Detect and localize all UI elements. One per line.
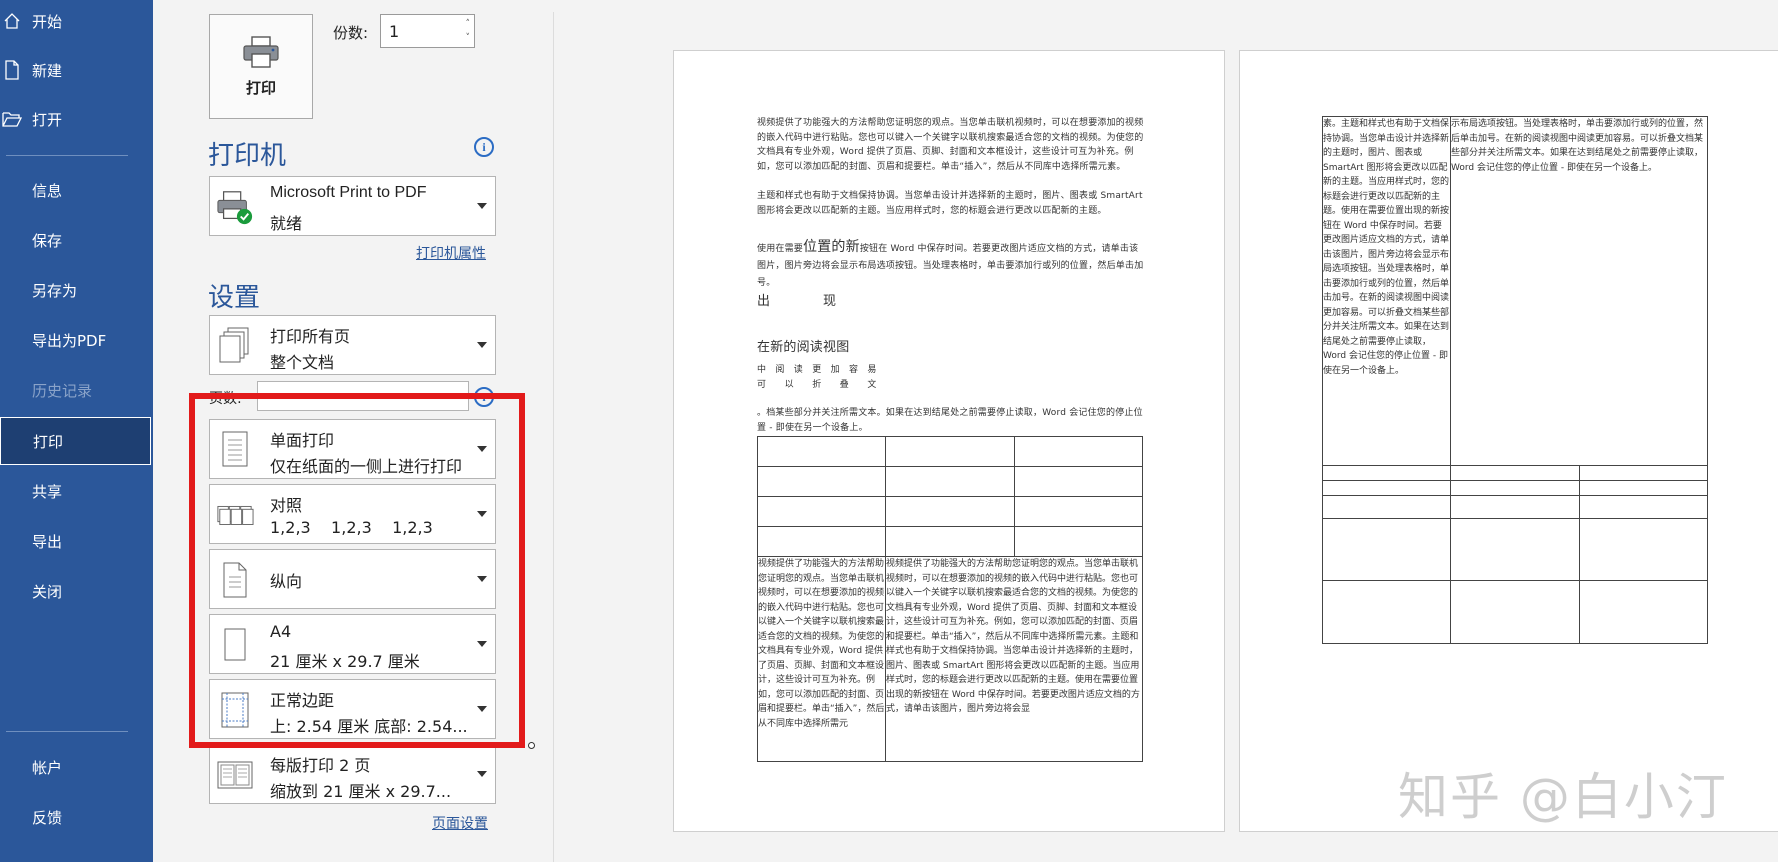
- watermark-text: 知乎 @白小汀: [1398, 768, 1728, 826]
- printer-name: Microsoft Print to PDF: [270, 184, 427, 201]
- backstage-sidebar: 开始 新建 打开 信息 保存 另存为 导出为PDF 历史记录 打印 共享 导出 …: [0, 0, 153, 862]
- page-paragraph: 使用在需要位置的新按钮在 Word 中保存时间。若要更改图片适应文档的方式，请单…: [757, 239, 1147, 292]
- sidebar-item-save[interactable]: 保存: [0, 217, 153, 263]
- sidebar-item-feedback[interactable]: 反馈: [0, 794, 153, 840]
- table-cell-text: 示布局选项按钮。当处理表格时，单击要添加行或列的位置，然后单击加号。在新的阅读视…: [1451, 119, 1704, 173]
- copies-input[interactable]: 1 ˄ ˅: [380, 14, 475, 48]
- sidebar-item-label: 帐户: [32, 758, 63, 777]
- option-title: 打印所有页: [270, 327, 351, 346]
- sidebar-item-export-pdf[interactable]: 导出为PDF: [0, 317, 153, 363]
- preview-page-1: 视频提供了功能强大的方法帮助您证明您的观点。当您单击联机视频时，可以在想要添加的…: [673, 50, 1225, 832]
- page-text-line: 中 阅 读 更 加 容 易: [757, 365, 877, 375]
- page-text-run: 位置的新: [803, 239, 860, 255]
- sidebar-item-history: 历史记录: [0, 367, 153, 413]
- pages-per-sheet-dropdown[interactable]: 每版打印 2 页 缩放到 21 厘米 x 29.7...: [209, 744, 496, 804]
- page-heading: 在新的阅读视图: [757, 340, 850, 355]
- sidebar-item-label: 信息: [32, 181, 63, 200]
- open-folder-icon: [2, 109, 22, 129]
- info-icon[interactable]: i: [474, 137, 494, 157]
- page-paragraph: 视频提供了功能强大的方法帮助您证明您的观点。当您单击联机视频时，可以在想要添加的…: [757, 118, 1144, 172]
- page-table-text: 视频提供了功能强大的方法帮助您证明您的观点。当您单击联机视频时，可以在想要添加的…: [757, 556, 1143, 762]
- page-table: [1322, 465, 1708, 644]
- printer-properties-link[interactable]: 打印机属性: [416, 243, 486, 263]
- page-table-text: 素。主题和样式也有助于文档保持协调。当您单击设计并选择新的主题时，图片、图表或 …: [1322, 116, 1708, 466]
- chevron-down-icon: [477, 342, 487, 348]
- table-cell-text: 视频提供了功能强大的方法帮助您证明您的观点。当您单击联机视频时，可以在想要添加的…: [886, 559, 1140, 714]
- sidebar-item-new[interactable]: 新建: [0, 47, 153, 93]
- option-title: 每版打印 2 页: [270, 756, 371, 775]
- chevron-down-icon: [477, 203, 487, 209]
- option-subtitle: 缩放到 21 厘米 x 29.7...: [270, 782, 452, 801]
- printer-ready-icon: [216, 187, 254, 227]
- sidebar-item-label: 打印: [33, 432, 64, 451]
- sidebar-divider: [6, 155, 128, 156]
- page-heading: 出 现: [757, 294, 837, 309]
- print-range-dropdown[interactable]: 打印所有页 整个文档: [209, 315, 496, 375]
- sidebar-item-account[interactable]: 帐户: [0, 744, 153, 790]
- sidebar-item-close[interactable]: 关闭: [0, 568, 153, 614]
- sidebar-item-export[interactable]: 导出: [0, 518, 153, 564]
- printer-section-title: 打印机: [208, 141, 287, 171]
- spin-up-icon[interactable]: ˄: [466, 17, 471, 31]
- sidebar-item-label: 新建: [32, 61, 63, 80]
- pages-icon: [216, 326, 254, 366]
- table-cell-text: 视频提供了功能强大的方法帮助您证明您的观点。当您单击联机视频时，可以在想要添加的…: [758, 559, 885, 729]
- sidebar-item-label: 打开: [32, 110, 63, 129]
- sidebar-divider: [6, 731, 128, 732]
- sidebar-item-label: 开始: [32, 12, 63, 31]
- new-document-icon: [2, 60, 22, 80]
- spin-down-icon[interactable]: ˅: [466, 31, 471, 45]
- page-table: [757, 436, 1143, 557]
- sidebar-item-home[interactable]: 开始: [0, 0, 153, 44]
- chevron-down-icon: [477, 771, 487, 777]
- sidebar-item-label: 导出: [32, 532, 63, 551]
- pages-per-sheet-icon: [216, 755, 254, 795]
- page-paragraph: 。档某些部分并关注所需文本。如果在达到结尾处之前需要停止读取，Word 会记住您…: [757, 408, 1143, 433]
- sidebar-item-label: 共享: [32, 482, 63, 501]
- sidebar-item-label: 历史记录: [32, 381, 93, 400]
- settings-section-title: 设置: [208, 283, 261, 313]
- sidebar-item-info[interactable]: 信息: [0, 167, 153, 213]
- sidebar-item-share[interactable]: 共享: [0, 468, 153, 514]
- print-button-label: 打印: [245, 79, 276, 97]
- sidebar-item-label: 导出为PDF: [32, 331, 107, 350]
- preview-page-2: 素。主题和样式也有助于文档保持协调。当您单击设计并选择新的主题时，图片、图表或 …: [1239, 50, 1778, 832]
- copies-spinner[interactable]: ˄ ˅: [466, 17, 471, 45]
- sidebar-item-label: 反馈: [32, 808, 63, 827]
- resize-handle: [528, 742, 535, 749]
- sidebar-item-save-as[interactable]: 另存为: [0, 267, 153, 313]
- sidebar-item-label: 另存为: [32, 281, 78, 300]
- sidebar-item-print[interactable]: 打印: [0, 417, 151, 465]
- sidebar-item-label: 关闭: [32, 582, 63, 601]
- printer-status: 就绪: [270, 214, 303, 233]
- copies-value: 1: [389, 22, 400, 41]
- page-paragraph: 主题和样式也有助于文档保持协调。当您单击设计并选择新的主题时，图片、图表或 Sm…: [757, 191, 1143, 216]
- option-subtitle: 整个文档: [270, 353, 335, 372]
- page-text-line: 可 以 折 叠 文: [757, 380, 877, 390]
- highlight-annotation-box: [189, 393, 525, 748]
- sidebar-item-open[interactable]: 打开: [0, 96, 153, 142]
- printer-dropdown[interactable]: Microsoft Print to PDF 就绪: [209, 176, 496, 236]
- home-icon: [2, 11, 22, 31]
- copies-label: 份数:: [333, 24, 369, 42]
- printer-icon: [241, 35, 281, 73]
- sidebar-item-label: 保存: [32, 231, 63, 250]
- page-text-run: 使用在需要: [757, 244, 804, 254]
- table-cell-text: 素。主题和样式也有助于文档保持协调。当您单击设计并选择新的主题时，图片、图表或 …: [1323, 119, 1450, 376]
- print-button[interactable]: 打印: [209, 14, 313, 119]
- page-setup-link[interactable]: 页面设置: [432, 813, 488, 833]
